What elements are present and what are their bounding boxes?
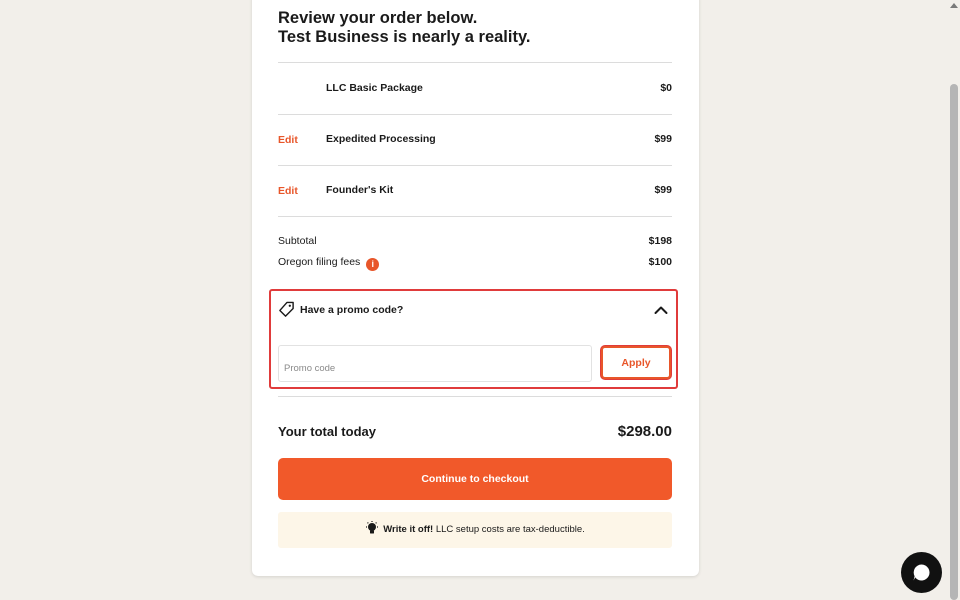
continue-to-checkout-button[interactable]: Continue to checkout (278, 458, 672, 500)
info-icon[interactable]: i (366, 258, 380, 271)
scrollbar-thumb[interactable] (950, 84, 958, 600)
heading-line-1: Review your order below. (278, 9, 478, 27)
line-item-name: Founder's Kit (326, 184, 394, 196)
divider (278, 396, 672, 397)
line-item-name: Expedited Processing (326, 133, 436, 145)
divider (278, 165, 672, 166)
filing-fees-row: Oregon filing fees i $100 (278, 254, 672, 272)
filing-fees-value: $100 (648, 256, 672, 268)
promo-code-toggle[interactable]: Have a promo code? (278, 300, 672, 320)
divider (278, 62, 672, 63)
chat-button[interactable] (901, 552, 942, 593)
line-item-name: LLC Basic Package (326, 82, 423, 94)
line-item-price: $99 (654, 133, 672, 145)
promo-code-input[interactable] (278, 345, 592, 382)
tag-icon (279, 301, 294, 317)
line-item-price: $99 (654, 184, 672, 196)
line-item-founders-kit: Edit Founder's Kit $99 (278, 181, 672, 201)
chevron-up-icon[interactable] (654, 304, 668, 316)
subtotal-row: Subtotal $198 (278, 233, 672, 251)
total-value: $298.00 (617, 423, 672, 440)
tax-tip-banner: Write it off! LLC setup costs are tax-de… (278, 512, 672, 548)
line-item-price: $0 (660, 82, 672, 94)
filing-fees-label: Oregon filing fees (278, 256, 361, 268)
tip-bold-text: Write it off! (383, 524, 434, 535)
subtotal-value: $198 (648, 235, 672, 247)
page-heading: Review your order below. Test Business i… (278, 9, 531, 47)
divider (278, 216, 672, 217)
line-item-expedited-processing: Edit Expedited Processing $99 (278, 130, 672, 150)
promo-code-title: Have a promo code? (300, 304, 404, 316)
scroll-up-arrow-icon[interactable] (950, 2, 958, 8)
line-item-llc-basic-package: LLC Basic Package $0 (278, 79, 672, 99)
edit-expedited-processing-link[interactable]: Edit (278, 134, 298, 146)
chat-bubble-icon (913, 564, 930, 581)
subtotal-label: Subtotal (278, 235, 317, 247)
apply-promo-button[interactable]: Apply (601, 346, 671, 379)
heading-line-2: Test Business is nearly a reality. (278, 28, 531, 46)
divider (278, 114, 672, 115)
lightbulb-icon (366, 521, 379, 534)
total-label: Your total today (278, 424, 376, 439)
tip-text: LLC setup costs are tax-deductible. (433, 524, 585, 535)
edit-founders-kit-link[interactable]: Edit (278, 185, 298, 197)
